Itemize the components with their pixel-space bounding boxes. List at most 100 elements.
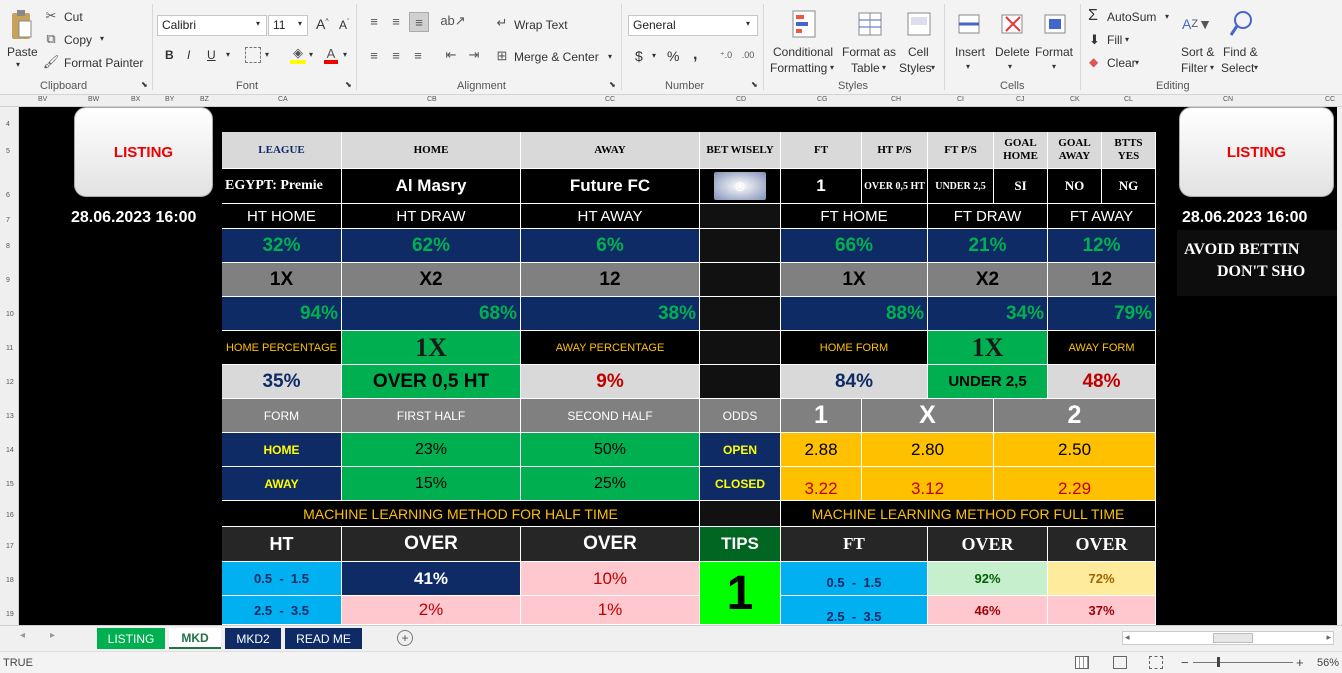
wrap-text-button[interactable]: Wrap Text bbox=[514, 18, 568, 32]
align-middle-icon[interactable]: ≡ bbox=[388, 14, 404, 29]
scroll-thumb[interactable] bbox=[1213, 633, 1253, 643]
tab-mkd2[interactable]: MKD2 bbox=[225, 628, 281, 649]
scroll-right-arrow[interactable]: ▸ bbox=[1326, 632, 1331, 643]
col-header[interactable]: CB bbox=[427, 96, 437, 103]
tab-listing[interactable]: LISTING bbox=[97, 628, 165, 649]
row-header[interactable]: 17 bbox=[6, 543, 14, 550]
bold-button[interactable]: B bbox=[165, 48, 174, 62]
align-center-icon[interactable]: ≡ bbox=[388, 48, 404, 63]
tab-read-me[interactable]: READ ME bbox=[285, 628, 362, 649]
find-select-dropdown[interactable]: ▾ bbox=[1254, 63, 1258, 72]
align-left-icon[interactable]: ≡ bbox=[366, 48, 382, 63]
cut-button[interactable]: Cut bbox=[64, 10, 83, 24]
font-launcher[interactable]: ⬊ bbox=[345, 80, 352, 89]
paste-button[interactable]: Paste bbox=[7, 45, 38, 59]
number-launcher[interactable]: ⬊ bbox=[751, 80, 758, 89]
alignment-launcher[interactable]: ⬊ bbox=[609, 80, 616, 89]
row-header[interactable]: 13 bbox=[6, 413, 14, 420]
format-painter-button[interactable]: Format Painter bbox=[64, 56, 143, 70]
row-header[interactable]: 5 bbox=[6, 148, 10, 155]
decrease-decimal-icon[interactable]: .00 bbox=[739, 46, 757, 64]
currency-button[interactable]: $ bbox=[635, 48, 643, 64]
italic-button[interactable]: I bbox=[187, 48, 190, 62]
percent-button[interactable]: % bbox=[667, 48, 679, 64]
zoom-out-button[interactable]: − bbox=[1181, 655, 1189, 670]
page-layout-view-icon[interactable] bbox=[1113, 656, 1127, 669]
zoom-level[interactable]: 56% bbox=[1317, 657, 1339, 669]
paste-icon[interactable] bbox=[8, 8, 34, 42]
fill-color-icon[interactable]: ◈ bbox=[290, 45, 306, 64]
col-header[interactable]: CH bbox=[891, 96, 901, 103]
tab-mkd[interactable]: MKD bbox=[169, 628, 221, 649]
col-header[interactable]: CD bbox=[736, 96, 746, 103]
number-format-select[interactable]: General bbox=[628, 15, 758, 36]
autosum-button[interactable]: AutoSum bbox=[1107, 10, 1156, 24]
col-header[interactable]: CC bbox=[605, 96, 615, 103]
col-header[interactable]: BW bbox=[88, 96, 99, 103]
format-as-table-dropdown[interactable]: ▾ bbox=[882, 63, 886, 72]
row-header[interactable]: 9 bbox=[6, 277, 10, 284]
row-header[interactable]: 4 bbox=[6, 121, 10, 128]
listing-button-right[interactable]: LISTING bbox=[1179, 107, 1334, 197]
cell-styles-button[interactable]: Cell bbox=[908, 45, 929, 59]
increase-decimal-icon[interactable]: ⁺.0 bbox=[717, 46, 735, 64]
delete-button[interactable]: Delete bbox=[995, 45, 1030, 59]
format-as-table-button[interactable]: Format as bbox=[842, 45, 896, 59]
row-header[interactable]: 16 bbox=[6, 512, 14, 519]
cell-styles-dropdown[interactable]: ▾ bbox=[931, 63, 935, 72]
conditional-formatting-dropdown[interactable]: ▾ bbox=[830, 63, 834, 72]
row-header[interactable]: 11 bbox=[6, 345, 13, 352]
row-header[interactable]: 15 bbox=[6, 481, 14, 488]
row-header[interactable]: 10 bbox=[6, 311, 14, 318]
row-header[interactable]: 8 bbox=[6, 243, 10, 250]
col-header[interactable]: BX bbox=[131, 96, 140, 103]
autosum-dropdown[interactable]: ▾ bbox=[1165, 12, 1169, 21]
borders-icon[interactable] bbox=[245, 47, 261, 63]
sort-filter-button[interactable]: Sort & bbox=[1181, 45, 1214, 59]
zoom-slider[interactable] bbox=[1193, 657, 1293, 667]
col-header[interactable]: CJ bbox=[1016, 96, 1025, 103]
col-header[interactable]: CC bbox=[1325, 96, 1335, 103]
delete-dropdown[interactable]: ▾ bbox=[1008, 62, 1012, 71]
format-button[interactable]: Format bbox=[1035, 45, 1073, 59]
copy-button[interactable]: Copy bbox=[64, 33, 92, 47]
tab-scroll-right-icon[interactable]: ▸ bbox=[50, 630, 55, 641]
insert-dropdown[interactable]: ▾ bbox=[966, 62, 970, 71]
font-color-icon[interactable]: A bbox=[324, 46, 338, 64]
underline-button[interactable]: U bbox=[207, 48, 216, 62]
page-break-view-icon[interactable] bbox=[1149, 656, 1163, 669]
paste-dropdown[interactable]: ▾ bbox=[16, 60, 20, 69]
fill-dropdown[interactable]: ▾ bbox=[1125, 35, 1129, 44]
comma-button[interactable]: , bbox=[693, 46, 697, 64]
normal-view-icon[interactable] bbox=[1075, 656, 1089, 669]
row-header[interactable]: 6 bbox=[6, 192, 10, 199]
col-header[interactable]: BY bbox=[165, 96, 174, 103]
fill-color-dropdown[interactable]: ▾ bbox=[309, 50, 313, 59]
col-header[interactable]: CK bbox=[1070, 96, 1080, 103]
font-name-select[interactable]: Calibri bbox=[157, 15, 267, 36]
row-header[interactable]: 18 bbox=[6, 577, 14, 584]
tab-scroll-left-icon[interactable]: ◂ bbox=[20, 630, 25, 641]
underline-dropdown[interactable]: ▾ bbox=[226, 50, 230, 59]
merge-dropdown[interactable]: ▾ bbox=[608, 52, 612, 61]
add-sheet-icon[interactable]: + bbox=[397, 630, 413, 646]
horizontal-scrollbar[interactable]: ◂ ▸ bbox=[1122, 631, 1334, 645]
row-header[interactable]: 7 bbox=[6, 217, 10, 224]
row-header[interactable]: 12 bbox=[6, 379, 14, 386]
merge-center-button[interactable]: Merge & Center bbox=[514, 50, 599, 64]
find-select-button[interactable]: Find & bbox=[1223, 45, 1258, 59]
scroll-left-arrow[interactable]: ◂ bbox=[1125, 632, 1130, 643]
align-bottom-icon[interactable]: ≡ bbox=[409, 12, 429, 32]
sort-filter-dropdown[interactable]: ▾ bbox=[1210, 63, 1214, 72]
font-color-dropdown[interactable]: ▾ bbox=[343, 50, 347, 59]
format-dropdown[interactable]: ▾ bbox=[1052, 62, 1056, 71]
copy-dropdown[interactable]: ▾ bbox=[100, 34, 104, 43]
col-header[interactable]: CG bbox=[817, 96, 828, 103]
col-header[interactable]: BV bbox=[38, 96, 47, 103]
clipboard-launcher[interactable]: ⬊ bbox=[141, 80, 148, 89]
orientation-icon[interactable]: ab↗ bbox=[440, 13, 465, 28]
currency-dropdown[interactable]: ▾ bbox=[652, 51, 656, 60]
decrease-indent-icon[interactable]: ⇤ bbox=[443, 47, 459, 62]
col-header[interactable]: CI bbox=[957, 96, 964, 103]
increase-indent-icon[interactable]: ⇥ bbox=[466, 47, 482, 62]
